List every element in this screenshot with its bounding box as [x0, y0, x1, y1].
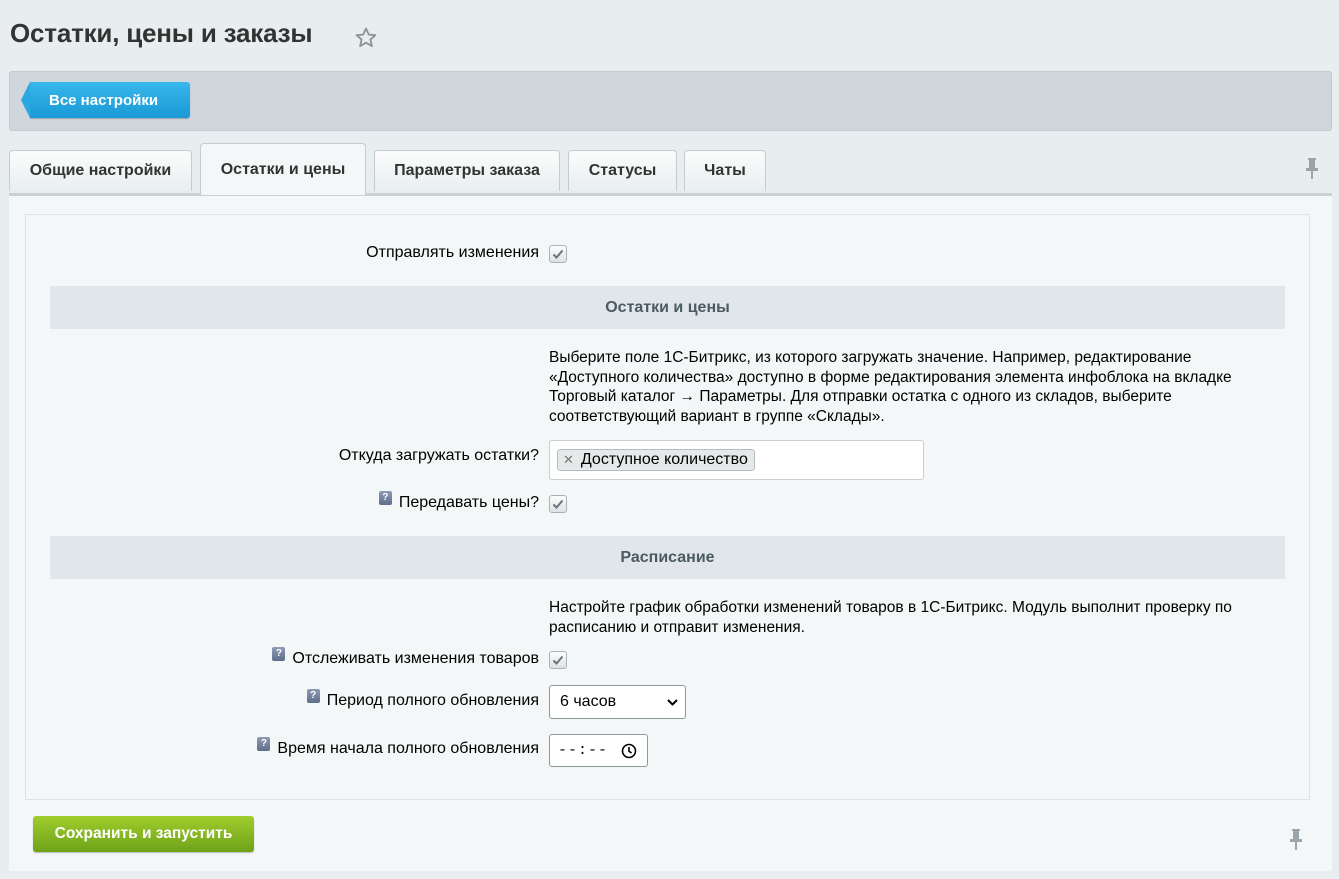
checkmark-icon: [552, 249, 564, 259]
checkmark-icon: [552, 499, 564, 509]
tab-stock-and-prices[interactable]: Остатки и цены: [200, 143, 366, 195]
send-changes-label: Отправлять изменения: [366, 244, 539, 261]
section-header-schedule: Расписание: [50, 536, 1285, 579]
selected-chip[interactable]: ✕ Доступное количество: [557, 449, 755, 471]
checkmark-icon: [552, 655, 564, 665]
update-period-select[interactable]: 6 часов: [549, 685, 686, 719]
stock-description: Выберите поле 1С-Битрикс, из которого за…: [549, 349, 1232, 425]
help-icon[interactable]: ?: [378, 491, 392, 505]
chip-label: Доступное количество: [580, 451, 748, 468]
all-settings-button[interactable]: Все настройки: [21, 82, 190, 118]
save-and-run-button[interactable]: Сохранить и запустить: [33, 816, 254, 852]
star-icon[interactable]: [354, 26, 378, 50]
clock-icon[interactable]: [621, 743, 637, 759]
stock-source-label: Откуда загружать остатки?: [338, 447, 539, 464]
send-changes-checkbox[interactable]: [549, 245, 567, 263]
time-value: --:--: [558, 742, 609, 759]
update-period-value: 6 часов: [560, 693, 617, 710]
pin-icon[interactable]: [1289, 829, 1303, 851]
remove-icon[interactable]: ✕: [563, 452, 574, 468]
help-icon[interactable]: ?: [272, 647, 286, 661]
update-period-label: ? Период полного обновления: [306, 689, 539, 710]
send-prices-checkbox[interactable]: [549, 495, 567, 513]
schedule-description: Настройте график обработки изменений тов…: [549, 599, 1232, 636]
toolbar: [9, 71, 1332, 131]
tab-order-parameters[interactable]: Параметры заказа: [374, 150, 560, 191]
stock-source-select[interactable]: ✕ Доступное количество: [549, 440, 924, 480]
pin-icon[interactable]: [1305, 158, 1319, 180]
chevron-down-icon: [667, 699, 678, 706]
tab-general-settings[interactable]: Общие настройки: [9, 150, 192, 191]
track-changes-checkbox[interactable]: [549, 651, 567, 669]
page-title: Остатки, цены и заказы: [10, 18, 313, 48]
track-changes-label: ? Отслеживать изменения товаров: [272, 647, 539, 668]
tab-statuses[interactable]: Статусы: [568, 150, 677, 191]
tab-chats[interactable]: Чаты: [684, 150, 766, 191]
help-icon[interactable]: ?: [306, 689, 320, 703]
send-prices-label: ? Передавать цены?: [378, 491, 539, 512]
help-icon[interactable]: ?: [257, 737, 271, 751]
update-start-label: ? Время начала полного обновления: [257, 737, 539, 758]
section-header-stock: Остатки и цены: [50, 286, 1285, 329]
update-start-time-input[interactable]: --:--: [549, 734, 648, 767]
